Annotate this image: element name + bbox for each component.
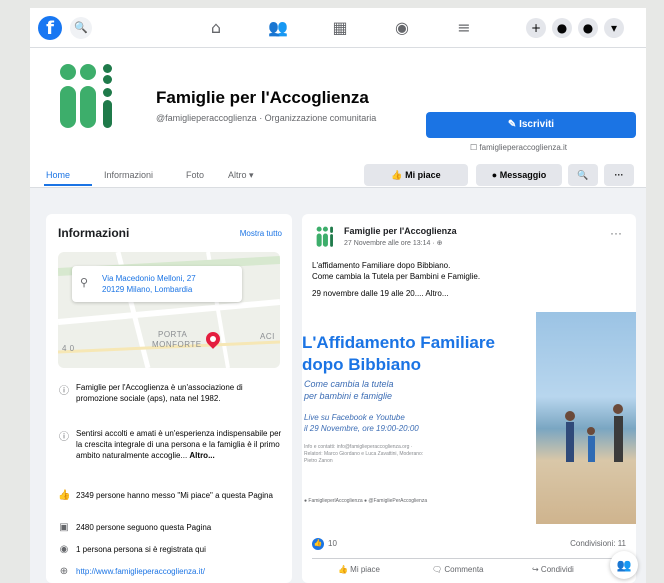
page-subtitle: @famiglieperaccoglienza · Organizzazione… (156, 113, 377, 123)
like-reaction-icon: 👍 (312, 538, 324, 550)
checkins-text: 1 persona persona si è registrata qui (76, 545, 206, 554)
account-menu-button[interactable]: ▾ (604, 18, 624, 38)
reactions-row: 👍 10 Condivisioni: 11 (312, 538, 626, 550)
family-beach-photo (536, 312, 636, 524)
address-box: ⚲ Via Macedonio Melloni, 27 20129 Milano… (72, 266, 242, 302)
family-silhouettes (565, 404, 623, 462)
location-pin-icon: ⚲ (80, 277, 89, 289)
info-icon: ⓘ (59, 386, 69, 397)
home-icon[interactable]: ⌂ (204, 18, 228, 38)
new-chat-icon[interactable]: 👥 (610, 551, 638, 579)
followers-count-text: 2480 persone seguono questa Pagina (76, 523, 212, 532)
map-label: 4 0 (62, 344, 75, 353)
top-navigation-bar: f 🔍 ⌂ 👥 ▦ ◉ ≡ + ● ● ▾ (30, 8, 646, 48)
messenger-button[interactable]: ● (552, 18, 572, 38)
marketplace-icon[interactable]: ▦ (328, 18, 352, 38)
info-card-title: Informazioni (58, 226, 130, 240)
website-link[interactable]: ☐ famiglieperaccoglienza.it (470, 143, 567, 152)
like-page-button[interactable]: 👍 Mi piace (364, 164, 468, 186)
info-text: Famiglie per l'Accoglienza è un'associaz… (76, 383, 243, 403)
share-count[interactable]: Condivisioni: 11 (570, 539, 626, 548)
menu-icon[interactable]: ≡ (452, 18, 476, 38)
post-author-name[interactable]: Famiglie per l'Accoglienza (344, 226, 457, 236)
image-subtitle-line: per bambini e famiglie (304, 391, 393, 401)
post-text-line: 29 novembre dalle 19 alle 20.... Altro..… (312, 289, 449, 298)
page-title: Famiglie per l'Accoglienza (156, 88, 369, 107)
post-card: Famiglie per l'Accoglienza 27 Novembre a… (302, 214, 636, 583)
image-subtitle: Come cambia la tutela per bambini e fami… (304, 378, 394, 402)
facebook-logo-icon[interactable]: f (38, 16, 62, 40)
image-live-line: Live su Facebook e Youtube (304, 413, 405, 422)
subscribe-button[interactable]: ✎ Iscriviti (426, 112, 636, 138)
info-text: Sentirsi accolti e amati è un'esperienza… (76, 428, 282, 461)
more-link[interactable]: Altro... (189, 451, 214, 460)
likes-count-text: 2349 persone hanno messo "Mi piace" a qu… (76, 491, 273, 500)
location-map[interactable]: ⚲ Via Macedonio Melloni, 27 20129 Milano… (58, 252, 280, 368)
info-card: Informazioni Mostra tutto ⚲ Via Macedoni… (46, 214, 292, 583)
friends-icon[interactable]: 👥 (266, 18, 290, 38)
thumbs-up-icon: 👍 (58, 490, 71, 501)
checkin-icon: ◉ (59, 544, 69, 555)
image-small-print: Info e contatti: info@famiglieperaccogli… (304, 444, 424, 464)
post-more-options-icon[interactable]: ··· (610, 226, 622, 240)
active-tab-indicator (44, 184, 92, 186)
map-label: ACI (260, 332, 275, 341)
message-button[interactable]: ● Messaggio (476, 164, 562, 186)
post-author-avatar[interactable] (316, 226, 338, 248)
image-live-line: il 29 Novembre, ore 19:00-20:00 (304, 424, 419, 433)
create-button[interactable]: + (526, 18, 546, 38)
post-text-line: Come cambia la Tutela per Bambini e Fami… (312, 272, 481, 281)
page-search-button[interactable]: 🔍 (568, 164, 598, 186)
more-options-button[interactable]: ··· (604, 164, 634, 186)
tab-home[interactable]: Home (46, 170, 70, 180)
groups-icon[interactable]: ◉ (390, 18, 414, 38)
facebook-page-frame: f 🔍 ⌂ 👥 ▦ ◉ ≡ + ● ● ▾ Famiglie per l'Acc… (30, 8, 646, 583)
post-image[interactable]: L'Affidamento Familiare dopo Bibbiano Co… (302, 312, 636, 524)
post-like-button[interactable]: 👍 Mi piace (338, 565, 380, 574)
search-icon[interactable]: 🔍 (70, 17, 92, 39)
tab-altro[interactable]: Altro ▾ (228, 170, 254, 181)
image-live-info: Live su Facebook e Youtube il 29 Novembr… (304, 412, 419, 434)
organization-logo (60, 64, 112, 128)
address-line-2[interactable]: 20129 Milano, Lombardia (102, 285, 192, 294)
post-comment-button[interactable]: 🗨 Commenta (432, 565, 484, 574)
map-label: PORTA (158, 330, 188, 339)
followers-icon: ▣ (59, 522, 69, 533)
info-icon: ⓘ (59, 432, 69, 443)
post-share-button[interactable]: ↪ Condividi (532, 565, 574, 574)
post-actions-bar: 👍 Mi piace 🗨 Commenta ↪ Condividi (312, 558, 626, 576)
address-line-1[interactable]: Via Macedonio Melloni, 27 (102, 274, 196, 283)
map-label: MONFORTE (152, 340, 202, 349)
page-header: Famiglie per l'Accoglienza @famigliepera… (30, 48, 646, 188)
tab-informazioni[interactable]: Informazioni (104, 170, 153, 180)
notifications-button[interactable]: ● (578, 18, 598, 38)
tab-foto[interactable]: Foto (186, 170, 204, 180)
image-subtitle-line: Come cambia la tutela (304, 379, 394, 389)
image-headline: L'Affidamento Familiare dopo Bibbiano (302, 333, 495, 374)
image-social-handles: ● FamiglieperlAccoglienza ● @FamigliePer… (304, 498, 428, 504)
reaction-count[interactable]: 10 (328, 539, 337, 548)
website-url-link[interactable]: http://www.famiglieperaccoglienza.it/ (76, 566, 282, 577)
see-all-link[interactable]: Mostra tutto (240, 229, 282, 238)
description-text: Sentirsi accolti e amati è un'esperienza… (76, 429, 282, 460)
post-text-line: L'affidamento Familiare dopo Bibbiano. (312, 261, 451, 270)
post-timestamp[interactable]: 27 Novembre alle ore 13:14 · ⊕ (344, 239, 442, 247)
globe-icon: ⊕ (59, 566, 69, 577)
